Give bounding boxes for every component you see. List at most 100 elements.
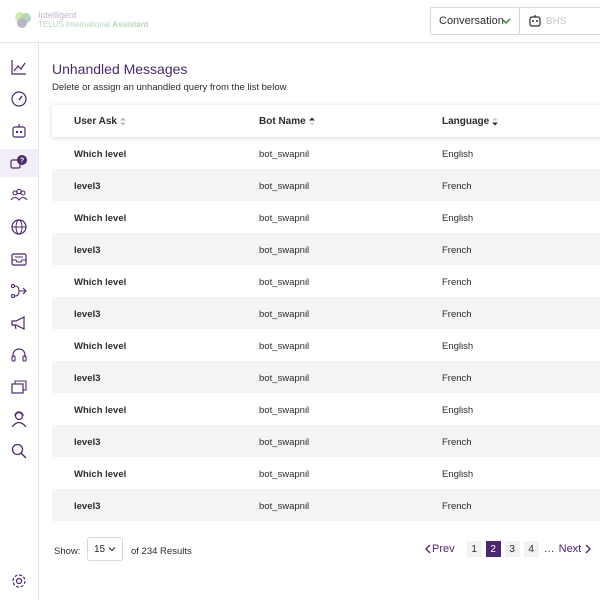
view-select[interactable]: Conversation	[430, 7, 520, 35]
cell-user-ask: Which level	[74, 149, 127, 160]
users-icon	[10, 188, 28, 201]
page-1-button[interactable]: 1	[466, 541, 482, 557]
cell-user-ask: level3	[74, 501, 101, 512]
table-row[interactable]: Which level bot_swapnil English	[52, 393, 600, 425]
sidebar-item-support[interactable]	[0, 341, 38, 369]
robot-icon	[529, 15, 541, 27]
cell-bot-name: bot_swapnil	[259, 213, 310, 224]
logo-title: Intelligent	[38, 10, 77, 20]
sort-icon	[120, 117, 126, 126]
svg-text:?: ?	[20, 158, 24, 165]
robot-icon	[12, 124, 26, 138]
cell-user-ask: Which level	[74, 213, 127, 224]
cell-language: French	[442, 373, 472, 384]
logo-subtitle: TELUS International Assistant	[38, 20, 149, 29]
megaphone-icon	[11, 316, 25, 330]
agent-icon	[11, 411, 27, 428]
question-chat-icon: ?	[10, 155, 27, 169]
gauge-icon	[11, 91, 27, 107]
table-footer: Show: 15 of 234 Results Prev 1 2 3 4 … N…	[52, 537, 600, 563]
cell-bot-name: bot_swapnil	[259, 277, 310, 288]
globe-icon	[11, 219, 27, 235]
table-row[interactable]: level3 bot_swapnil French	[52, 169, 600, 201]
show-label: Show:	[54, 546, 81, 557]
cell-user-ask: level3	[74, 245, 101, 256]
sidebar: ?	[0, 43, 39, 600]
cell-user-ask: Which level	[74, 469, 127, 480]
cell-user-ask: Which level	[74, 341, 127, 352]
table-header: User Ask Bot Name Language	[52, 105, 600, 137]
table-row[interactable]: level3 bot_swapnil French	[52, 361, 600, 393]
table-row[interactable]: Which level bot_swapnil English	[52, 137, 600, 169]
sort-ascending-icon	[308, 117, 315, 126]
cell-bot-name: bot_swapnil	[259, 309, 310, 320]
cards-icon	[11, 380, 27, 394]
page-size-select[interactable]: 15	[87, 537, 123, 561]
cell-bot-name: bot_swapnil	[259, 341, 310, 352]
column-header-user-ask[interactable]: User Ask	[74, 116, 126, 127]
column-header-language[interactable]: Language	[442, 116, 499, 127]
sidebar-item-inbox[interactable]	[0, 245, 38, 273]
table-row[interactable]: Which level bot_swapnil French	[52, 265, 600, 297]
pagination-ellipsis: …	[543, 543, 555, 555]
search-icon	[11, 443, 27, 459]
cell-bot-name: bot_swapnil	[259, 469, 310, 480]
top-header: Intelligent TELUS International Assistan…	[0, 0, 600, 43]
cell-language: English	[442, 405, 474, 416]
table-row[interactable]: Which level bot_swapnil English	[52, 457, 600, 489]
chevron-right-icon	[585, 544, 592, 554]
sidebar-item-content[interactable]	[0, 373, 38, 401]
cell-language: French	[442, 181, 472, 192]
sidebar-item-search[interactable]	[0, 437, 38, 465]
table-row[interactable]: level3 bot_swapnil French	[52, 297, 600, 329]
cell-bot-name: bot_swapnil	[259, 181, 310, 192]
sidebar-item-unhandled-messages[interactable]: ?	[0, 149, 38, 177]
next-page-button[interactable]: Next	[559, 543, 593, 555]
unhandled-messages-table: User Ask Bot Name Language Which level bo…	[52, 105, 600, 521]
table-row[interactable]: Which level bot_swapnil English	[52, 201, 600, 233]
table-row[interactable]: Which level bot_swapnil English	[52, 329, 600, 361]
sidebar-item-users[interactable]	[0, 181, 38, 209]
table-row[interactable]: level3 bot_swapnil French	[52, 233, 600, 265]
page-size-value: 15	[94, 543, 106, 555]
cell-user-ask: level3	[74, 309, 101, 320]
sidebar-item-analytics[interactable]	[0, 53, 38, 81]
sidebar-item-bots[interactable]	[0, 117, 38, 145]
cell-bot-name: bot_swapnil	[259, 405, 310, 416]
page-4-button[interactable]: 4	[523, 541, 539, 557]
flow-icon	[10, 283, 27, 299]
sidebar-item-settings[interactable]	[0, 567, 38, 595]
prev-page-button[interactable]: Prev	[424, 543, 455, 555]
app-logo: Intelligent TELUS International Assistan…	[12, 9, 148, 31]
sidebar-item-agents[interactable]	[0, 405, 38, 433]
cell-bot-name: bot_swapnil	[259, 149, 310, 160]
cell-language: English	[442, 149, 474, 160]
sidebar-item-flows[interactable]	[0, 277, 38, 305]
sidebar-item-languages[interactable]	[0, 213, 38, 241]
column-header-bot-name[interactable]: Bot Name	[259, 116, 315, 127]
pagination: Prev 1 2 3 4 … Next	[424, 540, 592, 558]
cell-user-ask: Which level	[74, 277, 127, 288]
cell-language: English	[442, 341, 474, 352]
cell-bot-name: bot_swapnil	[259, 437, 310, 448]
sidebar-item-broadcast[interactable]	[0, 309, 38, 337]
cell-bot-name: bot_swapnil	[259, 373, 310, 384]
cell-language: English	[442, 469, 474, 480]
cell-language: French	[442, 501, 472, 512]
bot-select[interactable]: BHS	[520, 7, 600, 35]
table-body: Which level bot_swapnil English level3 bot_s…	[52, 137, 600, 521]
table-row[interactable]: level3 bot_swapnil French	[52, 425, 600, 457]
page-2-button[interactable]: 2	[485, 541, 501, 557]
gear-icon	[12, 574, 26, 588]
cell-language: French	[442, 245, 472, 256]
cell-user-ask: level3	[74, 437, 101, 448]
chevron-down-icon	[501, 18, 511, 25]
table-row[interactable]: level3 bot_swapnil French	[52, 489, 600, 521]
sidebar-item-dashboard[interactable]	[0, 85, 38, 113]
prev-label: Prev	[432, 543, 455, 555]
chevron-down-icon	[108, 547, 116, 552]
cell-user-ask: Which level	[74, 405, 127, 416]
cell-user-ask: level3	[74, 373, 101, 384]
results-count: of 234 Results	[131, 546, 192, 557]
page-3-button[interactable]: 3	[504, 541, 520, 557]
